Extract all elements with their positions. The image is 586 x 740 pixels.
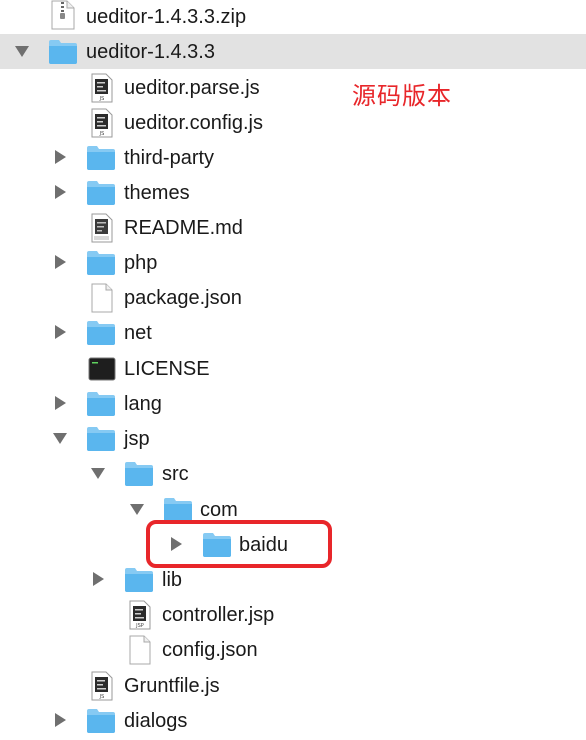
jsp-file-icon: JSP <box>128 600 158 630</box>
folder-icon <box>86 143 116 172</box>
js-file-icon: JS <box>90 108 120 138</box>
folder-label: jsp <box>124 428 150 450</box>
folder-row-third-party[interactable]: third-party <box>0 140 586 175</box>
file-row-parse-js[interactable]: JS ueditor.parse.js <box>0 70 586 105</box>
folder-row-dialogs[interactable]: dialogs <box>0 703 586 738</box>
highlight-box <box>146 520 332 568</box>
folder-icon <box>86 318 116 347</box>
file-row-config-js[interactable]: JS ueditor.config.js <box>0 105 586 140</box>
folder-label: net <box>124 322 152 344</box>
svg-text:JSP: JSP <box>135 623 144 629</box>
zip-file-icon <box>50 0 80 30</box>
chevron-right-icon[interactable] <box>52 184 68 200</box>
chevron-down-icon[interactable] <box>14 43 30 59</box>
file-label: ueditor.parse.js <box>124 77 260 99</box>
file-label: README.md <box>124 217 243 239</box>
folder-icon <box>86 178 116 207</box>
chevron-right-icon[interactable] <box>52 395 68 411</box>
folder-row-php[interactable]: php <box>0 245 586 280</box>
file-row-package-json[interactable]: package.json <box>0 280 586 315</box>
file-row-zip[interactable]: ueditor-1.4.3.3.zip <box>0 0 586 35</box>
file-label: config.json <box>162 639 258 661</box>
file-label: Gruntfile.js <box>124 675 220 697</box>
svg-text:JS: JS <box>99 96 105 102</box>
folder-label: themes <box>124 182 190 204</box>
folder-row-themes[interactable]: themes <box>0 175 586 210</box>
folder-row-net[interactable]: net <box>0 315 586 350</box>
js-file-icon: JS <box>90 671 120 701</box>
folder-icon <box>124 565 154 594</box>
folder-icon <box>86 424 116 453</box>
folder-label: third-party <box>124 147 215 169</box>
file-label: LICENSE <box>124 358 210 380</box>
folder-label: dialogs <box>124 710 188 732</box>
folder-icon <box>48 37 78 66</box>
folder-label: com <box>200 499 238 521</box>
file-row-license[interactable]: LICENSE <box>0 351 586 386</box>
file-row-config-json[interactable]: config.json <box>0 632 586 667</box>
folder-label: src <box>162 463 189 485</box>
chevron-right-icon[interactable] <box>90 571 106 587</box>
chevron-down-icon[interactable] <box>52 430 68 446</box>
chevron-right-icon[interactable] <box>52 149 68 165</box>
js-file-icon: JS <box>90 73 120 103</box>
folder-row-lang[interactable]: lang <box>0 386 586 421</box>
annotation-text: 源码版本 <box>352 82 452 110</box>
terminal-file-icon <box>88 357 118 386</box>
svg-text:JS: JS <box>99 131 105 137</box>
file-tree: ueditor-1.4.3.3.zip ueditor-1.4.3.3 JS u… <box>0 0 586 733</box>
folder-icon <box>86 389 116 418</box>
folder-row-jsp[interactable]: jsp <box>0 421 586 456</box>
file-label: package.json <box>124 287 242 309</box>
chevron-down-icon[interactable] <box>90 465 106 481</box>
blank-file-icon <box>90 283 120 313</box>
svg-text:JS: JS <box>99 694 105 700</box>
folder-icon <box>86 706 116 735</box>
folder-label: lang <box>124 393 162 415</box>
chevron-right-icon[interactable] <box>52 254 68 270</box>
file-row-gruntfile[interactable]: JS Gruntfile.js <box>0 668 586 703</box>
folder-row-src[interactable]: src <box>0 456 586 491</box>
file-label: controller.jsp <box>162 604 275 626</box>
file-row-controller-jsp[interactable]: JSP controller.jsp <box>0 597 586 632</box>
folder-icon <box>86 248 116 277</box>
blank-file-icon <box>128 635 158 665</box>
folder-icon <box>124 459 154 488</box>
folder-label: lib <box>162 569 183 591</box>
markdown-file-icon <box>90 213 120 243</box>
file-label: ueditor.config.js <box>124 112 263 134</box>
chevron-right-icon[interactable] <box>52 324 68 340</box>
folder-label: ueditor-1.4.3.3 <box>86 41 215 63</box>
file-row-readme[interactable]: README.md <box>0 210 586 245</box>
file-label: ueditor-1.4.3.3.zip <box>86 6 247 28</box>
folder-label: php <box>124 252 158 274</box>
chevron-right-icon[interactable] <box>52 712 68 728</box>
folder-row-ueditor[interactable]: ueditor-1.4.3.3 <box>0 34 586 69</box>
chevron-down-icon[interactable] <box>129 501 145 517</box>
